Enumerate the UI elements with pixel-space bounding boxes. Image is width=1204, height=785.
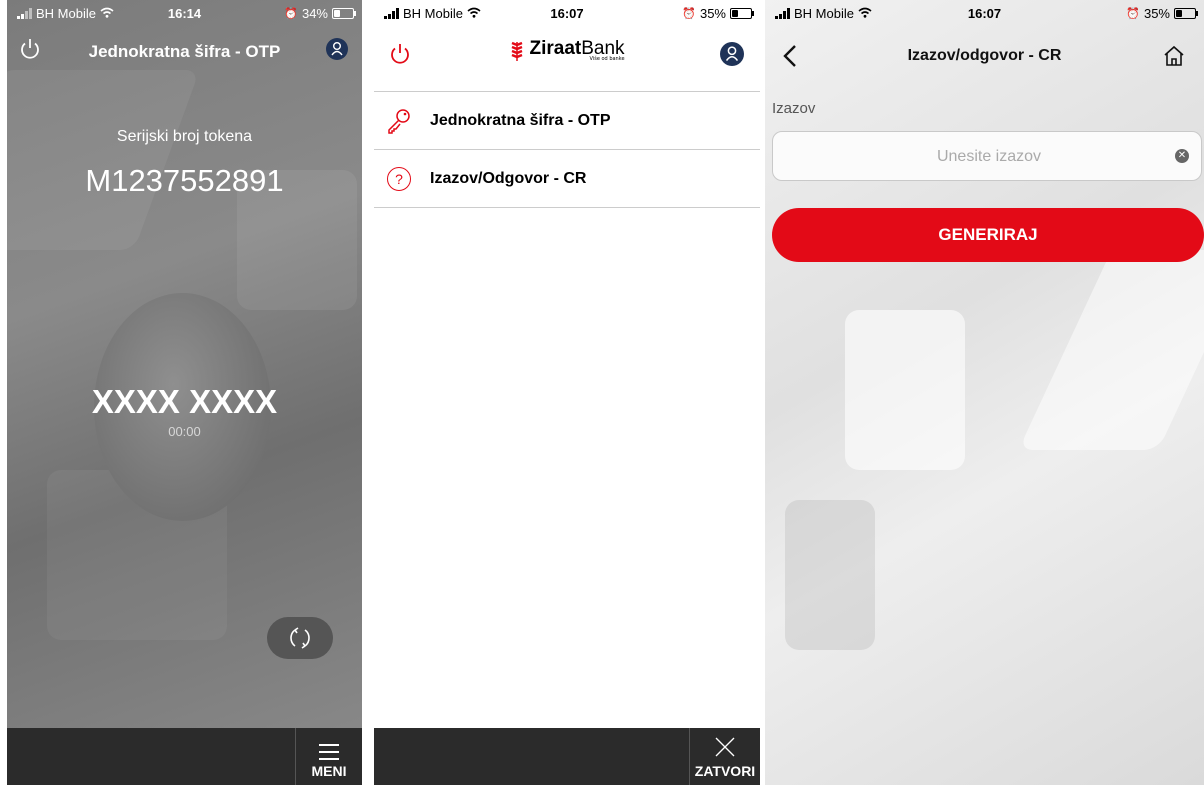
close-button[interactable]: ZATVORI — [689, 728, 760, 785]
background-shape — [785, 500, 875, 650]
serial-label: Serijski broj tokena — [116, 128, 253, 145]
challenge-input[interactable] — [773, 132, 1204, 182]
close-label: ZATVORI — [694, 763, 756, 779]
battery-percent: 35% — [699, 6, 726, 21]
profile-button[interactable] — [720, 42, 744, 66]
home-button[interactable] — [1162, 44, 1186, 72]
refresh-button[interactable] — [267, 617, 333, 659]
alarm-icon: ⏰ — [1126, 8, 1140, 20]
menu-item-label: Izazov/Odgovor - CR — [430, 169, 587, 187]
challenge-label: Izazov — [772, 100, 816, 117]
battery-icon — [332, 8, 356, 19]
page-title: Jednokratna šifra - OTP — [88, 42, 281, 61]
logo-name: Ziraat — [529, 38, 582, 59]
status-bar: BH Mobile 16:14 ⏰ 34% — [7, 0, 362, 26]
footer-bar: MENI — [7, 728, 362, 785]
alarm-icon: ⏰ — [284, 8, 298, 20]
menu-screen: BH Mobile 16:07 ⏰ 35% ZiraatBank Više od… — [374, 0, 760, 785]
close-icon — [715, 737, 735, 757]
challenge-response-screen: BH Mobile 16:07 ⏰ 35% Izazov/odgovor - C… — [765, 0, 1204, 785]
status-bar: BH Mobile 16:07 ⏰ 35% — [374, 0, 760, 26]
menu-item-cr[interactable]: ? Izazov/Odgovor - CR — [374, 150, 760, 208]
battery-percent: 35% — [1143, 6, 1170, 21]
background-shape — [1018, 250, 1204, 450]
status-bar: BH Mobile 16:07 ⏰ 35% — [765, 0, 1204, 26]
menu-list: Jednokratna šifra - OTP ? Izazov/Odgovor… — [374, 91, 760, 208]
otp-screen: BH Mobile 16:14 ⏰ 34% Jednokratna šifra … — [7, 0, 362, 785]
background-shape — [7, 70, 200, 250]
user-icon — [331, 41, 343, 56]
menu-item-label: Jednokratna šifra - OTP — [430, 111, 611, 129]
question-circle-icon: ? — [387, 166, 411, 191]
battery-icon — [730, 8, 754, 19]
background-shape — [845, 310, 965, 470]
wheat-logo-icon — [512, 41, 523, 61]
otp-code: XXXX XXXX — [91, 383, 278, 420]
hamburger-icon — [319, 744, 339, 760]
page-title: Izazov/odgovor - CR — [907, 47, 1062, 64]
menu-item-otp[interactable]: Jednokratna šifra - OTP — [374, 92, 760, 150]
menu-label: MENI — [311, 763, 347, 779]
generate-button[interactable]: GENERIRAJ — [772, 208, 1204, 262]
battery-percent: 34% — [301, 6, 328, 21]
alarm-icon: ⏰ — [682, 8, 696, 20]
user-icon — [725, 46, 739, 62]
bank-logo: ZiraatBank Više od banke — [374, 38, 760, 66]
profile-button[interactable] — [326, 38, 348, 60]
clear-icon[interactable]: ✕ — [1175, 149, 1189, 163]
otp-timer: 00:00 — [168, 424, 201, 439]
key-icon — [384, 107, 414, 135]
home-icon — [1164, 45, 1184, 66]
footer-bar: ZATVORI — [374, 728, 760, 785]
battery-icon — [1174, 8, 1198, 19]
serial-number: M1237552891 — [85, 163, 284, 198]
challenge-input-wrapper: ✕ — [772, 131, 1204, 182]
menu-button[interactable]: MENI — [295, 728, 362, 785]
refresh-icon — [290, 627, 310, 649]
